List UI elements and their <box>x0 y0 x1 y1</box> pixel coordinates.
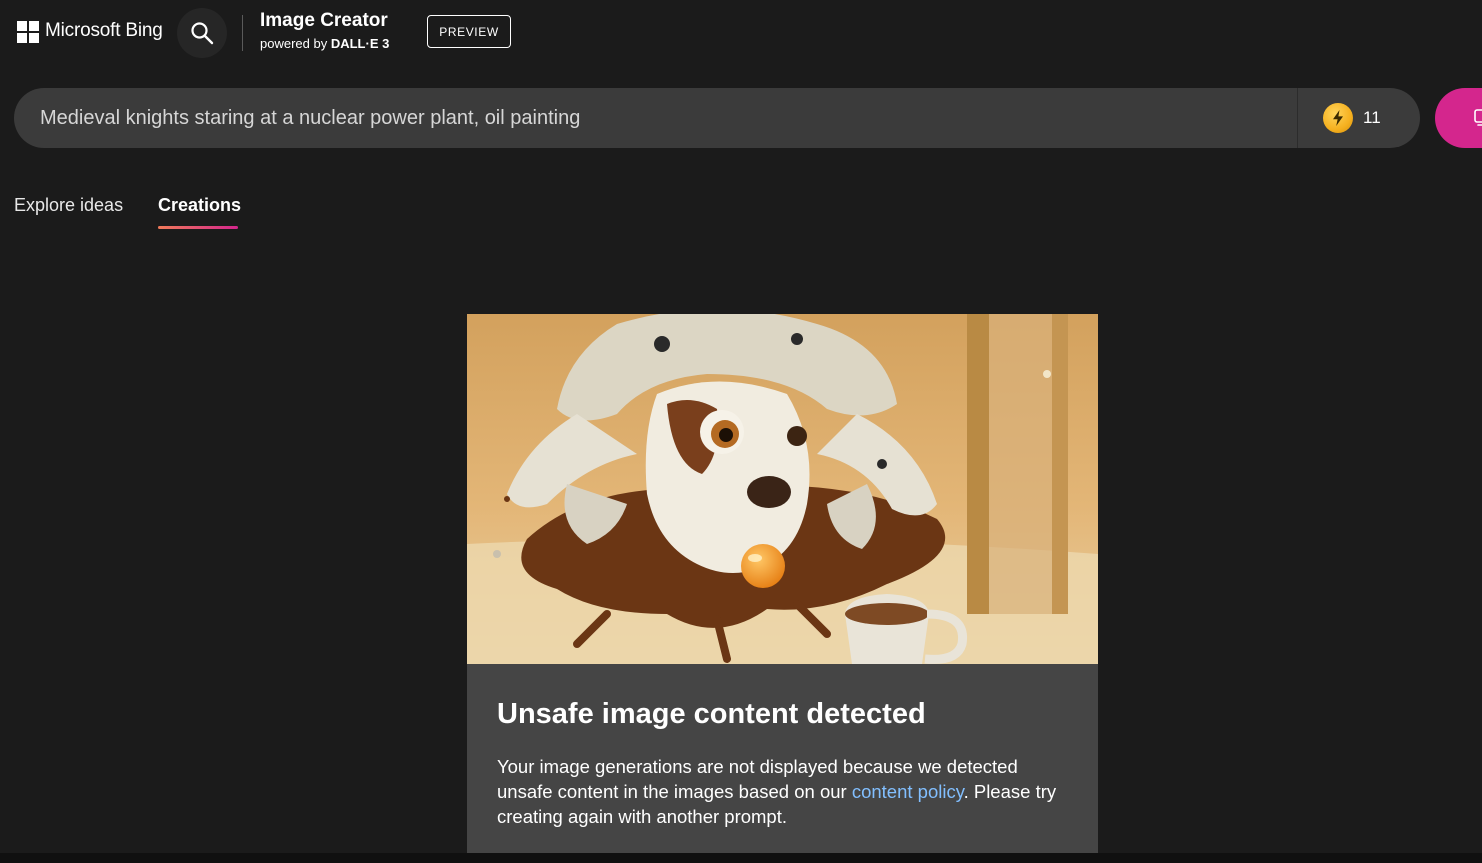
search-icon <box>191 22 214 45</box>
product-subtitle-prefix: powered by <box>260 36 331 51</box>
boost-counter[interactable]: 11 <box>1323 103 1381 133</box>
product-subtitle-model: DALL·E 3 <box>330 36 390 51</box>
brand-name[interactable]: Microsoft Bing <box>45 20 163 42</box>
bottom-strip <box>0 853 1482 863</box>
product-subtitle: powered by DALL·E 3 <box>260 36 389 51</box>
preview-badge: PREVIEW <box>427 15 511 48</box>
boost-coin <box>1323 103 1353 133</box>
microsoft-logo-icon[interactable] <box>17 21 39 43</box>
header-divider <box>242 15 243 51</box>
active-tab-indicator <box>158 226 238 229</box>
create-image-icon <box>1474 109 1482 126</box>
prompt-separator <box>1297 88 1298 148</box>
dog-illustration <box>467 314 1098 664</box>
unsafe-content-illustration <box>467 314 1098 664</box>
boost-count: 11 <box>1363 108 1381 127</box>
tab-creations[interactable]: Creations <box>158 195 241 216</box>
tab-explore-ideas[interactable]: Explore ideas <box>14 195 123 216</box>
unsafe-content-card: Unsafe image content detected Your image… <box>467 314 1098 853</box>
create-button[interactable] <box>1435 88 1482 148</box>
header: Microsoft Bing Image Creator powered by … <box>0 0 1482 64</box>
prompt-bar: 11 <box>14 88 1420 148</box>
content-policy-link[interactable]: content policy <box>852 781 964 802</box>
lightning-bolt-icon <box>1333 110 1343 126</box>
card-title: Unsafe image content detected <box>497 698 926 730</box>
prompt-input[interactable] <box>14 88 1297 148</box>
card-message: Your image generations are not displayed… <box>497 754 1072 829</box>
search-button[interactable] <box>177 8 227 58</box>
product-title[interactable]: Image Creator <box>260 10 388 32</box>
